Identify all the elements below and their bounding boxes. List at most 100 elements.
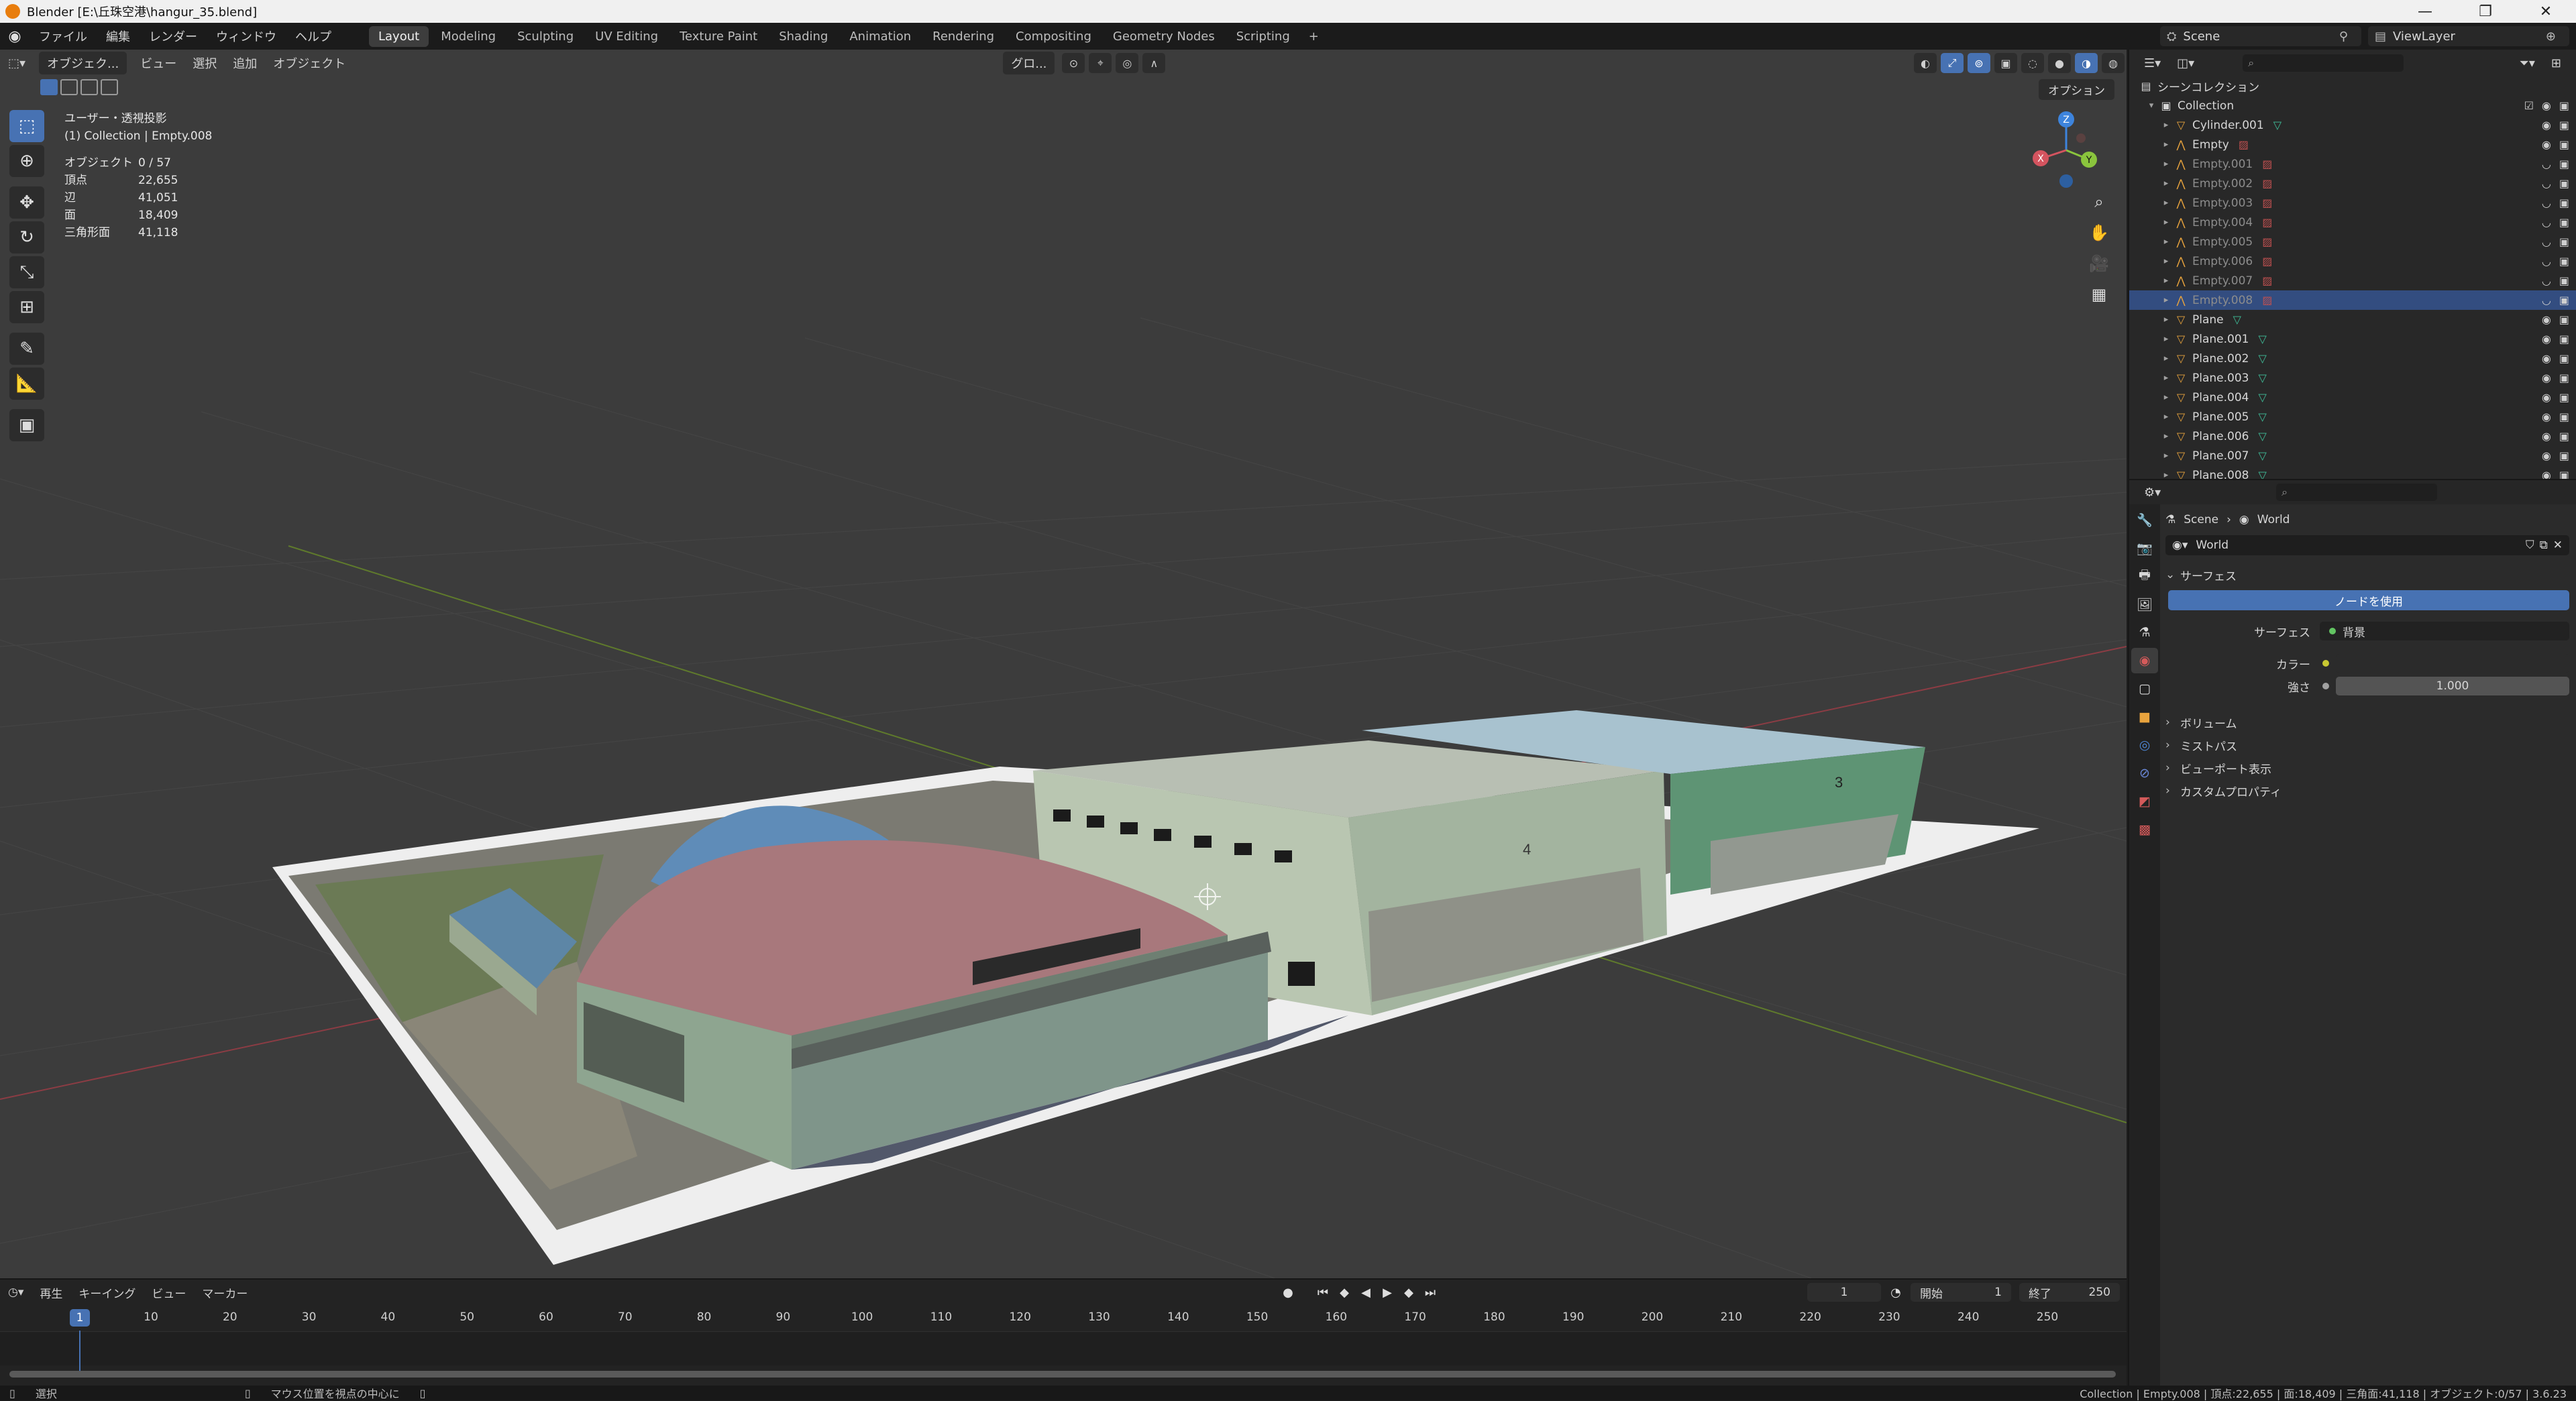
collection-tab-icon[interactable]: ▢ (2131, 676, 2158, 702)
mesh-data-icon[interactable]: ▽ (2258, 391, 2266, 404)
tab-rendering[interactable]: Rendering (923, 26, 1004, 47)
eye-closed-icon[interactable]: ◡ (2542, 158, 2551, 170)
image-empty-icon[interactable]: ▨ (2262, 274, 2272, 287)
display-mode-icon[interactable]: ◫▾ (2169, 54, 2202, 73)
outliner-item[interactable]: ▸ ⋀ Empty ▨ ◉ ▣ (2129, 135, 2576, 154)
outliner-item[interactable]: ▸ ▽ Plane.002 ▽ ◉ ▣ (2129, 349, 2576, 368)
rotate-icon[interactable]: ↻ (9, 221, 44, 254)
3d-viewport[interactable]: 4 3 ⬚▾ オブジェク... ビュー 選択 追加 オブジェクト グロ... ⊙… (0, 50, 2127, 1278)
duplicate-icon[interactable]: ⧉ (2540, 539, 2548, 552)
render-camera-icon[interactable]: ▣ (2559, 177, 2569, 190)
render-camera-icon[interactable]: ▣ (2559, 430, 2569, 443)
keyframe-track[interactable] (0, 1332, 2127, 1365)
timeline-menu-view[interactable]: ビュー (144, 1282, 194, 1304)
eye-icon[interactable]: ◉ (2542, 391, 2551, 404)
expand-chevron-icon[interactable]: ▸ (2159, 159, 2174, 169)
next-keyframe-icon[interactable]: ◆ (1398, 1283, 1419, 1302)
menu-render[interactable]: レンダー (140, 27, 207, 45)
new-collection-icon[interactable]: ⊞ (2543, 54, 2569, 73)
world-datablock-field[interactable]: ◉▾ World ⛉ ⧉ ✕ (2165, 535, 2569, 555)
constraints-tab-icon[interactable]: ⊘ (2131, 761, 2158, 786)
expand-chevron-icon[interactable]: ▸ (2159, 353, 2174, 363)
expand-chevron-icon[interactable]: ▸ (2159, 178, 2174, 188)
wireframe-shading-icon[interactable]: ◌ (2021, 53, 2044, 73)
image-empty-icon[interactable]: ▨ (2262, 235, 2272, 248)
mesh-data-icon[interactable]: ▽ (2258, 449, 2266, 462)
solid-shading-icon[interactable]: ● (2048, 53, 2071, 73)
eye-closed-icon[interactable]: ◡ (2542, 197, 2551, 209)
unlink-icon[interactable]: ✕ (2553, 539, 2563, 552)
outliner-search-input[interactable]: ⌕ (2243, 54, 2404, 72)
tab-modeling[interactable]: Modeling (431, 26, 505, 47)
render-camera-icon[interactable]: ▣ (2559, 352, 2569, 365)
viewport-menu-add[interactable]: 追加 (225, 52, 265, 74)
color-socket-icon[interactable] (2322, 660, 2329, 667)
render-camera-icon[interactable]: ▣ (2559, 294, 2569, 306)
expand-chevron-icon[interactable]: ▸ (2159, 470, 2174, 479)
mesh-data-icon[interactable]: ▽ (2258, 333, 2266, 345)
strength-socket-icon[interactable] (2322, 683, 2329, 689)
eye-icon[interactable]: ◉ (2542, 138, 2551, 151)
timeline-scrollbar[interactable] (9, 1371, 2116, 1378)
outliner-item[interactable]: ▸ ▽ Plane.008 ▽ ◉ ▣ (2129, 465, 2576, 480)
cursor-icon[interactable]: ⊕ (9, 145, 44, 177)
transform-orientation-selector[interactable]: グロ... (1003, 52, 1055, 74)
viewport-menu-view[interactable]: ビュー (132, 52, 184, 74)
camera-icon[interactable]: 🎥 (2084, 249, 2114, 278)
surface-shader-field[interactable]: 背景 (2320, 622, 2569, 640)
mesh-data-icon[interactable]: ▽ (2273, 119, 2282, 131)
expand-chevron-icon[interactable]: ▸ (2159, 315, 2174, 325)
eye-closed-icon[interactable]: ◡ (2542, 294, 2551, 306)
outliner-item[interactable]: ▸ ⋀ Empty.002 ▨ ◡ ▣ (2129, 174, 2576, 193)
viewport-menu-select[interactable]: 選択 (184, 52, 225, 74)
select-box-icon[interactable]: ⬚ (9, 110, 44, 142)
move-icon[interactable]: ✥ (9, 186, 44, 219)
object-tab-icon[interactable]: ■ (2131, 704, 2158, 730)
properties-editor[interactable]: ⚙▾ ⌕ 🔧 📷 🖶 🖼 ⚗ ◉ ▢ ■ ◎ ⊘ ◩ ▩ ⚗ Scene › ◉… (2128, 479, 2576, 1387)
prev-keyframe-icon[interactable]: ◆ (1334, 1283, 1355, 1302)
image-empty-icon[interactable]: ▨ (2262, 158, 2272, 170)
overlay-toggle-icon[interactable]: ⊚ (1968, 53, 1990, 73)
transform-icon[interactable]: ⊞ (9, 291, 44, 323)
render-camera-icon[interactable]: ▣ (2559, 333, 2569, 345)
fake-user-icon[interactable]: ⛉ (2526, 539, 2534, 552)
outliner-item[interactable]: ▸ ▽ Plane.007 ▽ ◉ ▣ (2129, 446, 2576, 465)
expand-chevron-icon[interactable]: ▸ (2159, 373, 2174, 383)
properties-search-input[interactable]: ⌕ (2276, 484, 2438, 501)
pivot-icon[interactable]: ⊙ (1062, 53, 1085, 73)
eye-icon[interactable]: ◉ (2542, 313, 2551, 326)
tab-uv-editing[interactable]: UV Editing (586, 26, 667, 47)
render-tab-icon[interactable]: 📷 (2131, 535, 2158, 561)
mesh-data-icon[interactable]: ▽ (2258, 410, 2266, 423)
mesh-data-icon[interactable]: ▽ (2258, 469, 2266, 479)
proportional-edit-icon[interactable]: ◎ (1116, 53, 1139, 73)
viewport-display-panel-header[interactable]: › ビューポート表示 (2165, 756, 2569, 779)
menu-help[interactable]: ヘルプ (286, 27, 341, 45)
jump-start-icon[interactable]: ⏮ (1312, 1283, 1334, 1302)
close-button[interactable]: ✕ (2516, 3, 2576, 20)
mesh-data-icon[interactable]: ▽ (2258, 352, 2266, 365)
expand-chevron-icon[interactable]: ▸ (2159, 431, 2174, 441)
eye-icon[interactable]: ◉ (2542, 410, 2551, 423)
add-workspace-button[interactable]: + (1301, 30, 1327, 44)
timeline-menu-playback[interactable]: 再生 (32, 1282, 70, 1304)
expand-chevron-icon[interactable]: ▸ (2159, 334, 2174, 344)
xray-icon[interactable]: ▣ (1994, 53, 2017, 73)
gizmo-toggle-icon[interactable]: ⤢ (1941, 53, 1964, 73)
timeline-menu-keying[interactable]: キーイング (70, 1282, 144, 1304)
falloff-icon[interactable]: ∧ (1142, 53, 1166, 73)
mesh-data-icon[interactable]: ▽ (2258, 372, 2266, 384)
surface-panel-header[interactable]: ⌄ サーフェス (2165, 563, 2569, 586)
outliner-item[interactable]: ▸ ▽ Plane.004 ▽ ◉ ▣ (2129, 388, 2576, 407)
scene-collection-row[interactable]: ▤ シーンコレクション (2129, 76, 2576, 96)
view-layer-selector[interactable]: ▤ ViewLayer ⊕ (2368, 26, 2569, 46)
filter-icon[interactable]: ⏷▾ (2511, 54, 2542, 73)
image-empty-icon[interactable]: ▨ (2239, 138, 2249, 151)
mesh-data-icon[interactable]: ▽ (2258, 430, 2266, 443)
eye-closed-icon[interactable]: ◡ (2542, 216, 2551, 229)
tab-animation[interactable]: Animation (840, 26, 920, 47)
new-view-layer-icon[interactable]: ⊕ (2546, 30, 2556, 44)
tab-scripting[interactable]: Scripting (1227, 26, 1299, 47)
eye-icon[interactable]: ◉ (2542, 372, 2551, 384)
current-frame-marker[interactable]: 1 (70, 1309, 90, 1327)
